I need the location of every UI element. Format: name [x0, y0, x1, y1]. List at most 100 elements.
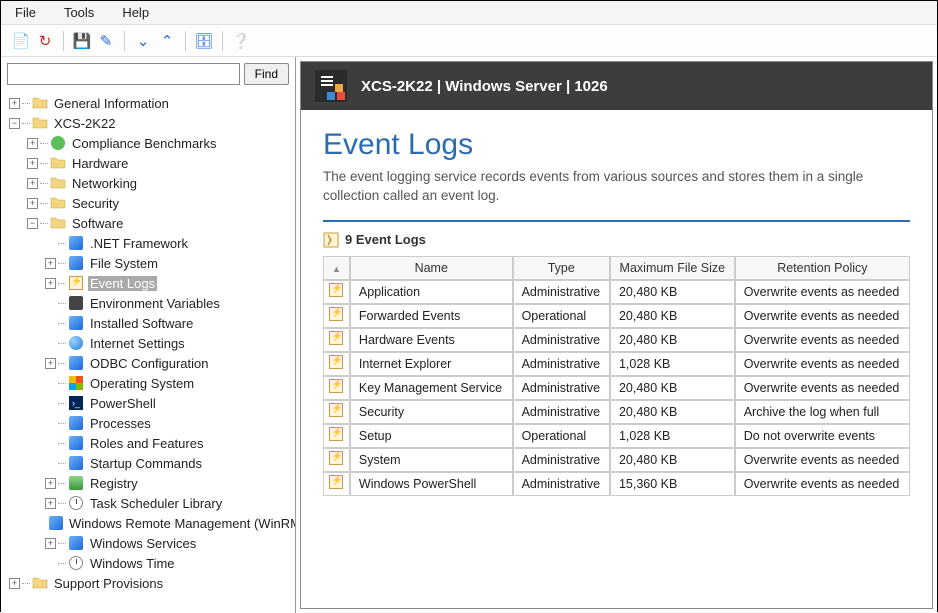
tree-item[interactable]: +Networking: [5, 173, 291, 193]
header-title: XCS-2K22 | Windows Server | 1026: [361, 78, 608, 95]
col-name[interactable]: Name: [350, 256, 513, 280]
cell-type: Administrative: [513, 448, 610, 472]
expand-icon[interactable]: ⌃: [157, 31, 177, 51]
tree-item[interactable]: + Task Scheduler Library: [5, 493, 291, 513]
table-row[interactable]: Forwarded EventsOperational20,480 KBOver…: [323, 304, 910, 328]
expand-toggle[interactable]: +: [27, 178, 38, 189]
find-button[interactable]: Find: [244, 63, 289, 85]
expand-toggle[interactable]: +: [9, 98, 20, 109]
expand-toggle[interactable]: +: [45, 478, 56, 489]
tree-item-label: Task Scheduler Library: [88, 496, 224, 511]
event-logs-table: ▲ Name Type Maximum File Size Retention …: [323, 256, 910, 496]
tree-item[interactable]: +File System: [5, 253, 291, 273]
table-row[interactable]: SecurityAdministrative20,480 KBArchive t…: [323, 400, 910, 424]
tree-connector: [58, 323, 66, 324]
tree-item[interactable]: Roles and Features: [5, 433, 291, 453]
expand-toggle[interactable]: +: [45, 278, 56, 289]
tree-item[interactable]: +General Information: [5, 93, 291, 113]
event-log-icon: [68, 275, 84, 291]
edit-icon[interactable]: ✎: [96, 31, 116, 51]
tree-item[interactable]: −XCS-2K22: [5, 113, 291, 133]
cell-name: Setup: [350, 424, 513, 448]
col-type[interactable]: Type: [513, 256, 610, 280]
tree-item[interactable]: +Security: [5, 193, 291, 213]
item-icon: [68, 455, 84, 471]
cell-type: Administrative: [513, 400, 610, 424]
expand-toggle[interactable]: +: [45, 258, 56, 269]
tree-item[interactable]: ›_PowerShell: [5, 393, 291, 413]
table-row[interactable]: Key Management ServiceAdministrative20,4…: [323, 376, 910, 400]
table-row[interactable]: ApplicationAdministrative20,480 KBOverwr…: [323, 280, 910, 304]
tree-item[interactable]: Windows Time: [5, 553, 291, 573]
tree-item[interactable]: Windows Remote Management (WinRM): [5, 513, 291, 533]
expand-toggle[interactable]: +: [45, 358, 56, 369]
compliance-icon: [50, 135, 66, 151]
tree-item[interactable]: +Windows Services: [5, 533, 291, 553]
row-event-icon: [323, 376, 350, 400]
expand-toggle[interactable]: +: [45, 538, 56, 549]
cell-max: 15,360 KB: [610, 472, 735, 496]
help-icon[interactable]: ❔: [231, 31, 251, 51]
expand-toggle[interactable]: +: [27, 138, 38, 149]
tree-item[interactable]: Internet Settings: [5, 333, 291, 353]
cell-max: 1,028 KB: [610, 352, 735, 376]
item-icon: [68, 415, 84, 431]
page-heading: Event Logs: [323, 128, 910, 162]
expand-toggle[interactable]: +: [45, 498, 56, 509]
search-input[interactable]: [7, 63, 240, 85]
tree-item[interactable]: .NET Framework: [5, 233, 291, 253]
menu-tools[interactable]: Tools: [64, 5, 94, 20]
content-header: XCS-2K22 | Windows Server | 1026: [301, 62, 932, 110]
menu-help[interactable]: Help: [122, 5, 149, 20]
table-row[interactable]: Hardware EventsAdministrative20,480 KBOv…: [323, 328, 910, 352]
col-max[interactable]: Maximum File Size: [610, 256, 735, 280]
tree-item[interactable]: +Compliance Benchmarks: [5, 133, 291, 153]
tree-item-label: Processes: [88, 416, 153, 431]
tree-item[interactable]: Processes: [5, 413, 291, 433]
cell-type: Administrative: [513, 328, 610, 352]
twist-spacer: [45, 238, 56, 249]
table-row[interactable]: SystemAdministrative20,480 KBOverwrite e…: [323, 448, 910, 472]
tree-item-label: Hardware: [70, 156, 130, 171]
tree-item-label: Operating System: [88, 376, 196, 391]
table-row[interactable]: Windows PowerShellAdministrative15,360 K…: [323, 472, 910, 496]
tree-connector: [58, 343, 66, 344]
tree-connector: [58, 563, 66, 564]
menu-file[interactable]: File: [15, 5, 36, 20]
expand-toggle[interactable]: +: [9, 578, 20, 589]
twist-spacer: [45, 298, 56, 309]
save-icon[interactable]: 💾: [72, 31, 92, 51]
export-pdf-icon[interactable]: 📄: [11, 31, 31, 51]
tree-item[interactable]: −Software: [5, 213, 291, 233]
tree-item-label: PowerShell: [88, 396, 158, 411]
col-retention[interactable]: Retention Policy: [735, 256, 910, 280]
cell-name: Hardware Events: [350, 328, 513, 352]
tree-item[interactable]: +Registry: [5, 473, 291, 493]
collapse-toggle[interactable]: −: [9, 118, 20, 129]
refresh-icon[interactable]: ↻: [35, 31, 55, 51]
expand-toggle[interactable]: +: [27, 198, 38, 209]
archive-icon[interactable]: 🗄: [194, 31, 214, 51]
tree-item[interactable]: Operating System: [5, 373, 291, 393]
tree-connector: [58, 543, 66, 544]
col-sort[interactable]: ▲: [323, 256, 350, 280]
cell-max: 20,480 KB: [610, 280, 735, 304]
expand-toggle[interactable]: +: [27, 158, 38, 169]
cell-name: Security: [350, 400, 513, 424]
table-row[interactable]: SetupOperational1,028 KBDo not overwrite…: [323, 424, 910, 448]
tree-item[interactable]: Startup Commands: [5, 453, 291, 473]
collapse-icon[interactable]: ⌄: [133, 31, 153, 51]
tree-item[interactable]: +Event Logs: [5, 273, 291, 293]
tree-item[interactable]: +ODBC Configuration: [5, 353, 291, 373]
collapse-toggle[interactable]: −: [27, 218, 38, 229]
folder-icon: [32, 115, 48, 131]
table-row[interactable]: Internet ExplorerAdministrative1,028 KBO…: [323, 352, 910, 376]
tree-item[interactable]: Installed Software: [5, 313, 291, 333]
row-event-icon: [323, 448, 350, 472]
tree-item[interactable]: + Hardware: [5, 153, 291, 173]
cell-max: 20,480 KB: [610, 328, 735, 352]
tree-item[interactable]: +Support Provisions: [5, 573, 291, 593]
tree-connector: [58, 303, 66, 304]
tree-item[interactable]: Environment Variables: [5, 293, 291, 313]
item-icon: [68, 235, 84, 251]
